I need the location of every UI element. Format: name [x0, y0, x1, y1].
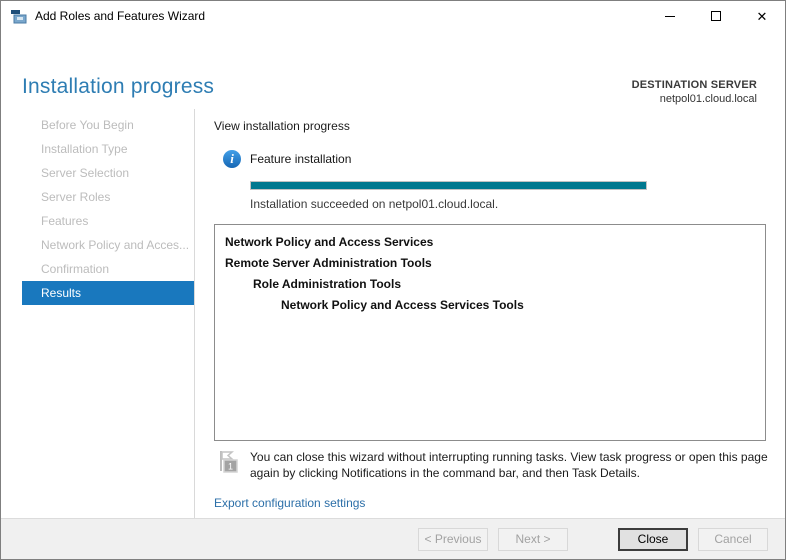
- feature-installation-row: i Feature installation: [214, 150, 770, 168]
- sidebar-item-before-you-begin: Before You Begin: [41, 118, 134, 132]
- installed-features-listbox[interactable]: Network Policy and Access Services Remot…: [214, 224, 766, 441]
- sidebar-item-installation-type: Installation Type: [41, 142, 128, 156]
- window-controls: ✕: [647, 1, 785, 31]
- maximize-icon: [711, 11, 721, 21]
- maximize-button[interactable]: [693, 1, 739, 31]
- info-icon: i: [223, 150, 241, 168]
- button-bar: < Previous Next > Close Cancel: [1, 518, 785, 559]
- list-item: Remote Server Administration Tools: [225, 256, 432, 270]
- sidebar-item-server-selection: Server Selection: [41, 166, 130, 180]
- wizard-window: Add Roles and Features Wizard ✕ Installa…: [0, 0, 786, 560]
- list-item: Role Administration Tools: [253, 277, 402, 291]
- notice-text: You can close this wizard without interr…: [250, 450, 768, 481]
- page-title: Installation progress: [22, 75, 215, 98]
- sidebar-item-confirmation: Confirmation: [41, 262, 110, 276]
- list-item: Network Policy and Access Services: [225, 235, 434, 249]
- list-item: Network Policy and Access Services Tools: [281, 298, 524, 312]
- close-wizard-button[interactable]: Close: [618, 527, 688, 551]
- sidebar-item-features: Features: [41, 214, 89, 228]
- wizard-icon: [11, 10, 27, 24]
- main-pane: View installation progress i Feature ins…: [195, 109, 785, 518]
- progress-fill: [251, 182, 646, 189]
- export-configuration-link[interactable]: Export configuration settings: [214, 496, 365, 510]
- cancel-button[interactable]: Cancel: [698, 527, 768, 551]
- notice-badge: 1: [228, 462, 233, 472]
- previous-button[interactable]: < Previous: [418, 527, 488, 551]
- minimize-button[interactable]: [647, 1, 693, 31]
- destination-server-label: DESTINATION SERVER: [631, 79, 757, 91]
- view-progress-label: View installation progress: [214, 119, 350, 133]
- window-title: Add Roles and Features Wizard: [35, 9, 206, 23]
- notice-row: 1 You can close this wizard without inte…: [214, 449, 770, 481]
- feature-installation-title: Feature installation: [250, 152, 352, 166]
- next-button[interactable]: Next >: [498, 527, 568, 551]
- notifications-flag-icon: 1: [220, 451, 238, 473]
- sidebar-item-network-policy: Network Policy and Acces...: [41, 238, 190, 252]
- titlebar: Add Roles and Features Wizard ✕: [1, 1, 785, 31]
- wizard-header: Installation progress DESTINATION SERVER…: [1, 31, 785, 109]
- close-button[interactable]: ✕: [739, 1, 785, 31]
- installation-progress-bar: [250, 181, 647, 190]
- destination-block: DESTINATION SERVER netpol01.cloud.local: [632, 79, 757, 105]
- content-row: Before You Begin Installation Type Serve…: [1, 109, 785, 518]
- installation-status-text: Installation succeeded on netpol01.cloud…: [250, 197, 499, 211]
- sidebar-item-results[interactable]: Results: [22, 281, 194, 305]
- close-icon: ✕: [756, 8, 768, 24]
- wizard-steps-sidebar: Before You Begin Installation Type Serve…: [1, 109, 195, 518]
- minimize-icon: [665, 15, 675, 17]
- sidebar-item-server-roles: Server Roles: [41, 190, 111, 204]
- destination-server-name: netpol01.cloud.local: [659, 93, 757, 105]
